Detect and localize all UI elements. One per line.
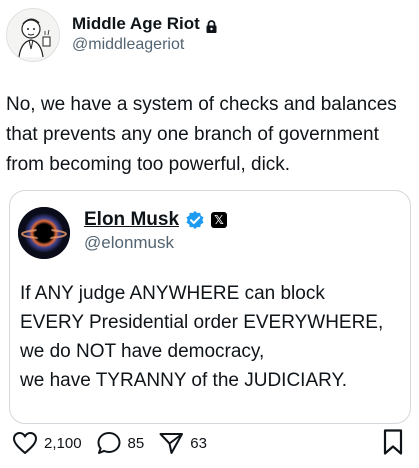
reply-icon <box>96 430 122 456</box>
lock-icon <box>206 18 217 33</box>
x-logo-icon[interactable]: 𝕏 <box>211 212 228 228</box>
author-handle[interactable]: @middleageriot <box>72 34 217 56</box>
author-display-name-row[interactable]: Middle Age Riot <box>72 14 217 34</box>
post-header: Middle Age Riot @middleageriot <box>6 8 217 62</box>
quoted-post-line: we do NOT have democracy, <box>20 341 265 362</box>
quoted-author-names: Elon Musk 𝕏 @elonmusk <box>84 209 228 253</box>
bookmark-button[interactable] <box>382 428 404 461</box>
share-count: 63 <box>190 434 207 452</box>
heart-icon <box>12 431 38 455</box>
verified-badge-icon <box>185 210 205 230</box>
avatar[interactable] <box>6 8 60 62</box>
share-button[interactable]: 63 <box>158 431 207 455</box>
quoted-post-header: Elon Musk 𝕏 @elonmusk <box>18 207 228 259</box>
avatar[interactable] <box>18 207 70 259</box>
bookmark-icon <box>382 429 404 460</box>
reply-count: 85 <box>127 434 145 452</box>
author-names: Middle Age Riot @middleageriot <box>72 14 217 56</box>
like-button[interactable]: 2,100 <box>12 431 82 455</box>
quoted-post-text: If ANY judge ANYWHERE can block EVERY Pr… <box>20 279 405 395</box>
action-bar: 2,100 85 63 <box>12 428 412 458</box>
author-display-name[interactable]: Middle Age Riot <box>72 14 200 34</box>
share-icon <box>158 431 184 455</box>
quoted-post-card[interactable]: Elon Musk 𝕏 @elonmusk If ANY judge ANYWH… <box>9 190 411 424</box>
quoted-author-handle[interactable]: @elonmusk <box>84 233 227 253</box>
reply-button[interactable]: 85 <box>96 430 145 456</box>
post-text: No, we have a system of checks and balan… <box>6 94 397 175</box>
quoted-author-display-name[interactable]: Elon Musk <box>84 209 179 231</box>
quoted-post-line: If ANY judge ANYWHERE can block <box>20 283 325 304</box>
quoted-post-line: EVERY Presidential order EVERYWHERE, <box>20 312 384 333</box>
quoted-post-line: we have TYRANNY of the JUDICIARY. <box>20 370 348 391</box>
like-count: 2,100 <box>44 434 82 452</box>
quoted-author-name-row: Elon Musk 𝕏 <box>84 209 228 231</box>
